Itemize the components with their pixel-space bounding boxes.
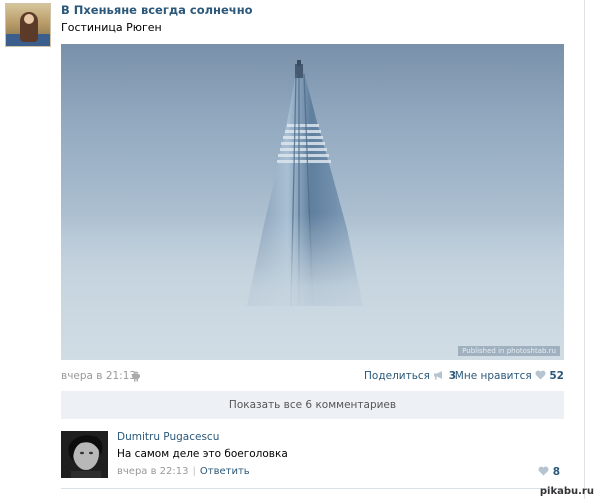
reply-button[interactable]: Ответить <box>200 466 250 477</box>
like-button[interactable]: Мне нравится 52 <box>455 370 564 382</box>
show-all-comments-button[interactable]: Показать все 6 комментариев <box>61 391 564 419</box>
comment-divider <box>61 488 564 489</box>
megaphone-icon <box>434 371 443 380</box>
comment-time-link[interactable]: вчера в 22:13 <box>117 466 189 477</box>
heart-icon <box>538 466 549 476</box>
comment-meta-separator: | <box>192 466 196 477</box>
comment-like-count: 8 <box>552 466 560 478</box>
like-count: 52 <box>549 370 564 382</box>
photo-watermark: Published in photoshtab.ru <box>458 346 560 356</box>
site-watermark: pikabu.ru <box>539 486 594 497</box>
page-right-border <box>584 0 585 499</box>
group-name-link[interactable]: В Пхеньяне всегда солнечно <box>61 3 253 17</box>
like-label: Мне нравится <box>454 370 532 382</box>
comment-text: На самом деле это боеголовка <box>117 448 288 460</box>
group-avatar[interactable] <box>5 3 51 47</box>
comment-author-link[interactable]: Dumitru Pugacescu <box>117 431 219 443</box>
comment-avatar[interactable] <box>61 431 108 478</box>
post-meta-row: вчера в 21:13 Поделиться 3 Мне нравится … <box>61 370 564 384</box>
post-text: Гостиница Рюген <box>61 21 162 34</box>
post-photo[interactable]: Published in photoshtab.ru <box>61 44 564 360</box>
share-button[interactable]: Поделиться 3 <box>364 370 456 382</box>
comment-meta: вчера в 22:13 | Ответить <box>117 466 250 477</box>
comment-like-button[interactable]: 8 <box>538 466 560 478</box>
heart-icon <box>535 370 546 380</box>
post-time-link[interactable]: вчера в 21:13 <box>61 370 136 382</box>
share-label: Поделиться <box>364 370 430 382</box>
android-icon <box>132 371 140 382</box>
